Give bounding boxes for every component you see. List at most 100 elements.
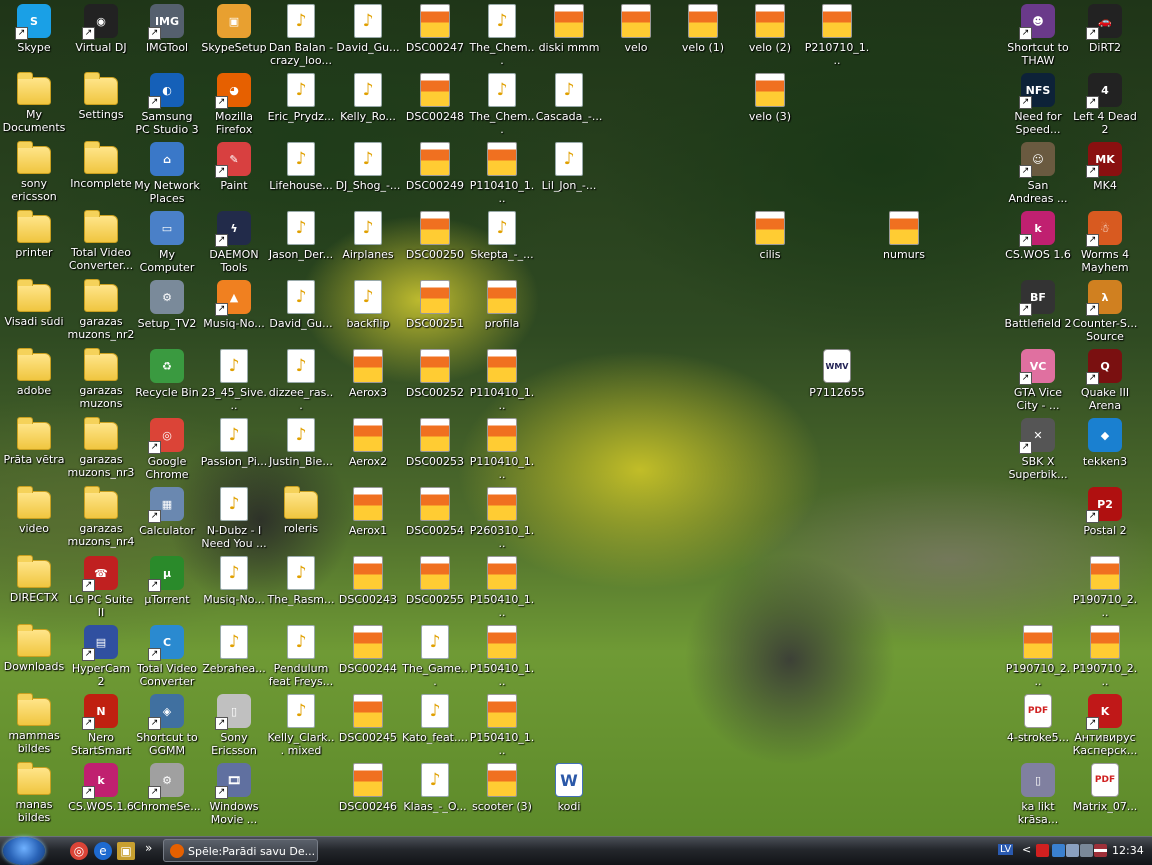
desktop-icon-shortcut-thaw[interactable]: ☻ Shortcut to THAW [1004, 2, 1072, 68]
desktop-icon-utorrent[interactable]: µ µTorrent [133, 554, 201, 620]
desktop-icon-dsc00243[interactable]: DSC00243 [334, 554, 402, 620]
desktop-icon-jason-der[interactable]: Jason_Der... [267, 209, 335, 275]
desktop-icon-p110410-a[interactable]: P110410_1... [468, 140, 536, 206]
desktop-icon-aerox2[interactable]: Aerox2 [334, 416, 402, 482]
desktop-icon-dsc00255[interactable]: DSC00255 [401, 554, 469, 620]
desktop-icon-video[interactable]: video [0, 485, 68, 551]
desktop-icon-klaas-o[interactable]: Klaas_-_O... [401, 761, 469, 827]
antivirus-tray-icon[interactable] [1036, 844, 1049, 857]
desktop-icon-4-stroke[interactable]: PDF 4-stroke5... [1004, 692, 1072, 758]
desktop-icon-samsung-pc-studio[interactable]: ◐ Samsung PC Studio 3 [133, 71, 201, 137]
desktop-icon-gta-vice-city[interactable]: VC GTA Vice City - ... [1004, 347, 1072, 413]
desktop-icon-skype[interactable]: S Skype [0, 2, 68, 68]
desktop-icon-cs-wos-16-b[interactable]: k CS.WOS.1.6 [67, 761, 135, 827]
desktop-icon-san-andreas[interactable]: ☺ San Andreas ... [1004, 140, 1072, 206]
desktop-icon-setup-tv2[interactable]: ⚙ Setup_TV2 [133, 278, 201, 344]
desktop-icon-the-chem-1[interactable]: The_Chem... [468, 2, 536, 68]
desktop-icon-velo-1[interactable]: velo (1) [669, 2, 737, 68]
desktop-icon-imgtool[interactable]: IMG IMGTool [133, 2, 201, 68]
desktop-icon-tekken3[interactable]: ◆ tekken3 [1071, 416, 1139, 482]
desktop-icon-counter-strike-source[interactable]: λ Counter-S... Source [1071, 278, 1139, 344]
desktop-icon-the-rasm[interactable]: The_Rasm... [267, 554, 335, 620]
desktop-icon-lil-jon[interactable]: Lil_Jon_-... [535, 140, 603, 206]
desktop-icon-sony-ericsson[interactable]: sony ericsson [0, 140, 68, 206]
desktop-icon-p110410-c[interactable]: P110410_1... [468, 416, 536, 482]
desktop-icon-lg-pc-suite[interactable]: ☎ LG PC Suite II [67, 554, 135, 620]
desktop-icon-zebrahea[interactable]: Zebrahea... [200, 623, 268, 689]
desktop-icon-mozilla-firefox[interactable]: ◕ Mozilla Firefox [200, 71, 268, 137]
desktop-icon-p150410-c[interactable]: P150410_1... [468, 692, 536, 758]
desktop-icon-manas-bildes[interactable]: manas bildes [0, 761, 68, 827]
desktop-icon-adobe[interactable]: adobe [0, 347, 68, 413]
desktop-icon-justin-bie[interactable]: Justin_Bie... [267, 416, 335, 482]
desktop-icon-prata-vetra[interactable]: Prāta vētra [0, 416, 68, 482]
desktop-icon-my-network-places[interactable]: ⌂ My Network Places [133, 140, 201, 206]
desktop-icon-musiq-no-2[interactable]: Musiq-No... [200, 554, 268, 620]
desktop-icon-skepta[interactable]: Skepta_-_... [468, 209, 536, 275]
desktop-icon-profila[interactable]: profila [468, 278, 536, 344]
desktop-icon-left-4-dead-2[interactable]: 4 Left 4 Dead 2 [1071, 71, 1139, 137]
desktop-icon-dsc00253[interactable]: DSC00253 [401, 416, 469, 482]
desktop-icon-velo-3[interactable]: velo (3) [736, 71, 804, 137]
desktop-icon-dsc00249[interactable]: DSC00249 [401, 140, 469, 206]
desktop-icon-dsc00250[interactable]: DSC00250 [401, 209, 469, 275]
desktop-icon-passion-pi[interactable]: Passion_Pi... [200, 416, 268, 482]
desktop-icon-cascada[interactable]: Cascada_-... [535, 71, 603, 137]
desktop-icon-paint[interactable]: ✎ Paint [200, 140, 268, 206]
desktop-icon-airplanes[interactable]: Airplanes [334, 209, 402, 275]
desktop-icon-daemon-tools[interactable]: ϟ DAEMON Tools [200, 209, 268, 275]
desktop-icon-settings[interactable]: Settings [67, 71, 135, 137]
desktop-icon-kato-feat[interactable]: Kato_feat.... [401, 692, 469, 758]
volume-tray-icon[interactable] [1066, 844, 1079, 857]
desktop-icon-dsc00246[interactable]: DSC00246 [334, 761, 402, 827]
desktop-icon-roleris[interactable]: roleris [267, 485, 335, 551]
language-indicator[interactable]: LV [998, 844, 1014, 855]
desktop-icon-p210710[interactable]: P210710_1... [803, 2, 871, 68]
desktop-icon-need-for-speed[interactable]: NFS Need for Speed... [1004, 71, 1072, 137]
desktop-icon-directx[interactable]: DIRECTX [0, 554, 68, 620]
desktop-icon-garazas-muzons[interactable]: garazas muzons [67, 347, 135, 413]
desktop-icon-dirt2[interactable]: 🚗 DiRT2 [1071, 2, 1139, 68]
desktop-icon-battlefield-2[interactable]: BF Battlefield 2 [1004, 278, 1072, 344]
desktop-icon-printer[interactable]: printer [0, 209, 68, 275]
network-tray-icon[interactable] [1052, 844, 1065, 857]
desktop-icon-sbk-x[interactable]: ✕ SBK X Superbik... [1004, 416, 1072, 482]
desktop-icon-dan-balan[interactable]: Dan Balan -crazy_loo... [267, 2, 335, 68]
flag-tray-icon[interactable] [1094, 844, 1107, 857]
desktop-icon-cilis[interactable]: cilis [736, 209, 804, 275]
desktop-icon-postal-2[interactable]: P2 Postal 2 [1071, 485, 1139, 551]
desktop-icon-my-documents[interactable]: My Documents [0, 71, 68, 137]
desktop-icon-sony-ericsson-fi[interactable]: ▯ Sony Ericsson Fi... [200, 692, 268, 758]
desktop-icon-aerox3[interactable]: Aerox3 [334, 347, 402, 413]
desktop-icon-p260310[interactable]: P260310_1... [468, 485, 536, 551]
desktop-icon-kelly-clark[interactable]: Kelly_Clark... mixed [267, 692, 335, 758]
desktop-icon-my-computer[interactable]: ▭ My Computer [133, 209, 201, 275]
desktop-icon-velo[interactable]: velo [602, 2, 670, 68]
desktop-icon-total-video-converter[interactable]: C Total Video Converter [133, 623, 201, 689]
start-button[interactable] [3, 837, 45, 865]
desktop-icon-scooter-3[interactable]: scooter (3) [468, 761, 536, 827]
internet-explorer-quicklaunch-icon[interactable]: e [94, 842, 112, 860]
desktop-icon-p190710-a[interactable]: P190710_2... [1071, 554, 1139, 620]
desktop-icon-p110410-b[interactable]: P110410_1... [468, 347, 536, 413]
desktop-icon-numurs[interactable]: numurs [870, 209, 938, 275]
desktop-icon-windows-movie[interactable]: 🎞 Windows Movie ... [200, 761, 268, 827]
desktop-icon-skypesetup[interactable]: ▣ SkypeSetup [200, 2, 268, 68]
desktop-icon-dsc00244[interactable]: DSC00244 [334, 623, 402, 689]
desktop-icon-n-dubz[interactable]: N-Dubz - I Need You ... [200, 485, 268, 551]
desktop-icon-garazas-nr2[interactable]: garazas muzons_nr2 [67, 278, 135, 344]
show-desktop-icon[interactable]: ▣ [117, 842, 135, 860]
desktop-icon-visadi-sudi[interactable]: Visadi sūdi [0, 278, 68, 344]
desktop-icon-pendulum[interactable]: Pendulum feat Freys... [267, 623, 335, 689]
desktop-icon-p150410-b[interactable]: P150410_1... [468, 623, 536, 689]
desktop-icon-matrix-07[interactable]: PDF Matrix_07... [1071, 761, 1139, 827]
desktop-icon-garazas-nr4[interactable]: garazas muzons_nr4 [67, 485, 135, 551]
desktop-icon-virtual-dj[interactable]: ◉ Virtual DJ [67, 2, 135, 68]
chrome-quicklaunch-icon[interactable]: ◎ [70, 842, 88, 860]
desktop-icon-mammas-bildes[interactable]: mammas bildes [0, 692, 68, 758]
desktop-icon-google-chrome[interactable]: ◎ Google Chrome [133, 416, 201, 482]
desktop-icon-p190710-b[interactable]: P190710_2... [1004, 623, 1072, 689]
desktop-icon-aerox1[interactable]: Aerox1 [334, 485, 402, 551]
desktop-icon-dsc00252[interactable]: DSC00252 [401, 347, 469, 413]
desktop-icon-dsc00254[interactable]: DSC00254 [401, 485, 469, 551]
